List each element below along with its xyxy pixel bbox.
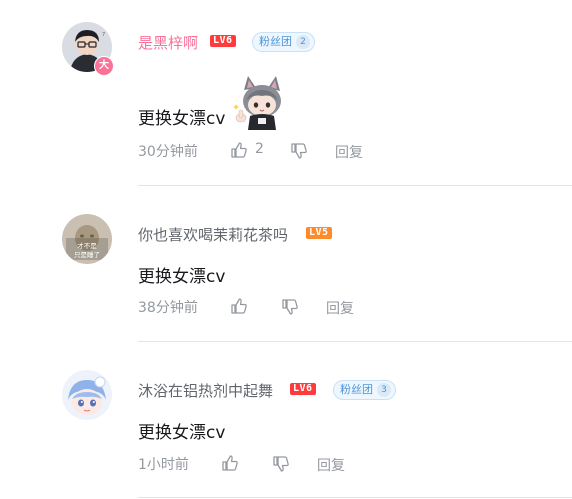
comment-time: 1小时前 [138,457,189,473]
thumb-down-icon[interactable] [290,142,308,160]
fans-club-level: 3 [377,383,391,397]
fans-club-badge[interactable]: 粉丝团 3 [333,380,396,400]
level-badge: LV6 [210,35,236,47]
reply-button[interactable]: 回复 [317,455,345,475]
fans-club-level: 2 [296,35,310,49]
sticker-emote [233,76,281,130]
divider [138,341,572,342]
thumb-up-icon[interactable] [221,454,239,472]
comment-time: 38分钟前 [138,300,198,316]
divider [138,497,572,498]
comment-text: 更换女漂cv [138,109,226,129]
avatar[interactable] [62,370,112,420]
reply-button[interactable]: 回复 [326,298,354,318]
fans-club-label: 粉丝团 [340,383,373,396]
vip-badge: 大 [94,56,114,76]
comment-text: 更换女漂cv [138,423,226,443]
thumb-down-icon[interactable] [272,455,290,473]
level-badge: LV5 [306,227,332,239]
like-count: 2 [255,141,264,157]
fans-club-badge[interactable]: 粉丝团 2 [252,32,315,52]
username[interactable]: 沐浴在铝热剂中起舞 [138,380,273,401]
comment-time: 30分钟前 [138,144,198,160]
comment-text: 更换女漂cv [138,267,226,287]
avatar[interactable]: 才不是 只是睡了 [62,214,112,264]
thumb-down-icon[interactable] [281,298,299,316]
svg-text:7: 7 [102,32,105,38]
avatar-caption: 才不是 [77,242,97,250]
reply-button[interactable]: 回复 [335,142,363,162]
username[interactable]: 你也喜欢喝茉莉花茶吗 [138,224,288,245]
thumb-up-icon[interactable] [230,297,248,315]
avatar-caption: 只是睡了 [74,251,100,259]
divider [138,185,572,186]
fans-club-label: 粉丝团 [259,35,292,48]
level-badge: LV6 [290,383,316,395]
thumb-up-icon[interactable] [230,141,248,159]
username[interactable]: 是黑梓啊 [138,32,198,53]
